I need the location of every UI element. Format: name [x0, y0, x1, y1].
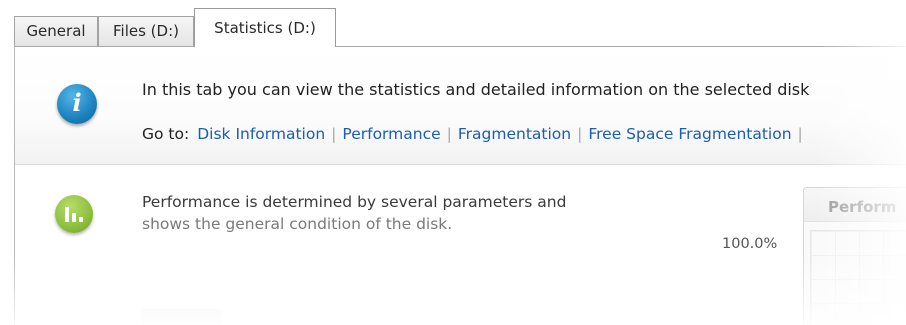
performance-description-line1: Performance is determined by several par…: [142, 193, 567, 211]
tab-statistics[interactable]: Statistics (D:): [194, 8, 336, 47]
info-description: In this tab you can view the statistics …: [142, 80, 810, 99]
link-separator: |: [797, 125, 803, 143]
goto-label: Go to:: [142, 125, 190, 143]
link-fragmentation[interactable]: Fragmentation: [458, 125, 571, 143]
tab-strip: General Files (D:) Statistics (D:): [0, 0, 906, 47]
link-separator: |: [446, 125, 452, 143]
info-icon: i: [57, 84, 97, 124]
faded-row-block: [141, 309, 221, 325]
performance-chart-header: Perform: [804, 188, 906, 222]
performance-chart-grid: [810, 230, 906, 325]
performance-chart: Perform: [803, 187, 906, 325]
tab-files[interactable]: Files (D:): [98, 16, 194, 46]
link-free-space-fragmentation[interactable]: Free Space Fragmentation: [588, 125, 791, 143]
tab-general[interactable]: General: [14, 16, 98, 46]
performance-chart-icon: [55, 195, 93, 233]
link-disk-information[interactable]: Disk Information: [197, 125, 325, 143]
link-performance[interactable]: Performance: [342, 125, 440, 143]
performance-value: 100.0%: [722, 236, 778, 252]
statistics-panel: i In this tab you can view the statistic…: [14, 46, 906, 325]
link-separator: |: [331, 125, 337, 143]
info-band: i In this tab you can view the statistic…: [15, 47, 906, 165]
link-separator: |: [577, 125, 583, 143]
performance-description-line2: shows the general condition of the disk.: [142, 215, 453, 233]
goto-nav: Go to: Disk Information | Performance | Fragm…: [142, 125, 809, 143]
